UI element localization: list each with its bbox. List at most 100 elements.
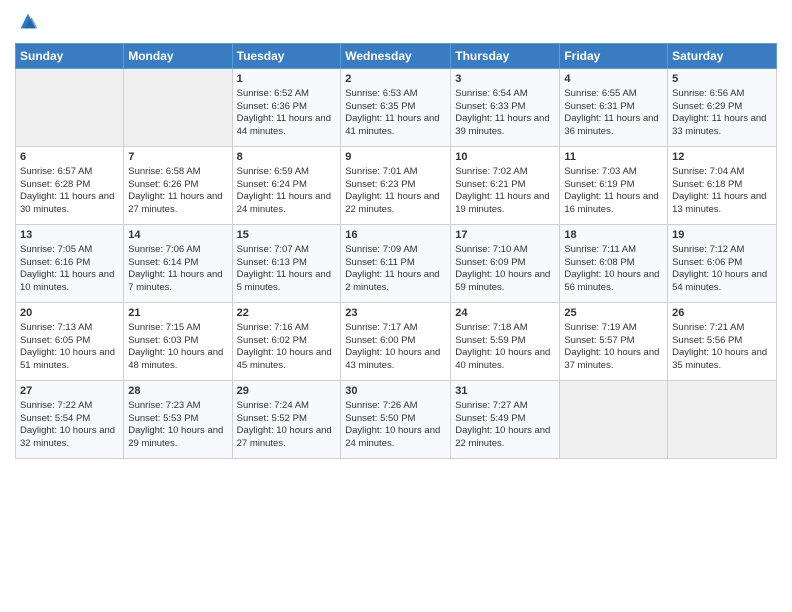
calendar-cell: 27Sunrise: 7:22 AMSunset: 5:54 PMDayligh… bbox=[16, 381, 124, 459]
calendar-cell: 16Sunrise: 7:09 AMSunset: 6:11 PMDayligh… bbox=[341, 225, 451, 303]
calendar-cell: 23Sunrise: 7:17 AMSunset: 6:00 PMDayligh… bbox=[341, 303, 451, 381]
page-header bbox=[15, 10, 777, 37]
day-number: 22 bbox=[237, 306, 337, 321]
calendar-cell: 5Sunrise: 6:56 AMSunset: 6:29 PMDaylight… bbox=[668, 69, 777, 147]
day-number: 1 bbox=[237, 72, 337, 87]
day-number: 16 bbox=[345, 228, 446, 243]
day-number: 19 bbox=[672, 228, 772, 243]
day-info: Sunrise: 7:17 AMSunset: 6:00 PMDaylight:… bbox=[345, 322, 446, 373]
day-number: 23 bbox=[345, 306, 446, 321]
day-number: 24 bbox=[455, 306, 555, 321]
col-header-sunday: Sunday bbox=[16, 44, 124, 69]
day-number: 3 bbox=[455, 72, 555, 87]
calendar-table: SundayMondayTuesdayWednesdayThursdayFrid… bbox=[15, 43, 777, 459]
day-info: Sunrise: 7:06 AMSunset: 6:14 PMDaylight:… bbox=[128, 244, 227, 295]
day-info: Sunrise: 7:26 AMSunset: 5:50 PMDaylight:… bbox=[345, 400, 446, 451]
logo bbox=[15, 10, 39, 37]
day-number: 20 bbox=[20, 306, 119, 321]
day-number: 29 bbox=[237, 384, 337, 399]
day-number: 27 bbox=[20, 384, 119, 399]
day-number: 9 bbox=[345, 150, 446, 165]
day-info: Sunrise: 7:13 AMSunset: 6:05 PMDaylight:… bbox=[20, 322, 119, 373]
col-header-friday: Friday bbox=[560, 44, 668, 69]
day-info: Sunrise: 7:09 AMSunset: 6:11 PMDaylight:… bbox=[345, 244, 446, 295]
day-info: Sunrise: 7:03 AMSunset: 6:19 PMDaylight:… bbox=[564, 166, 663, 217]
day-number: 28 bbox=[128, 384, 227, 399]
calendar-cell: 9Sunrise: 7:01 AMSunset: 6:23 PMDaylight… bbox=[341, 147, 451, 225]
day-number: 10 bbox=[455, 150, 555, 165]
day-number: 18 bbox=[564, 228, 663, 243]
calendar-week-5: 27Sunrise: 7:22 AMSunset: 5:54 PMDayligh… bbox=[16, 381, 777, 459]
day-number: 6 bbox=[20, 150, 119, 165]
day-number: 7 bbox=[128, 150, 227, 165]
calendar-cell: 13Sunrise: 7:05 AMSunset: 6:16 PMDayligh… bbox=[16, 225, 124, 303]
day-number: 11 bbox=[564, 150, 663, 165]
calendar-cell: 7Sunrise: 6:58 AMSunset: 6:26 PMDaylight… bbox=[124, 147, 232, 225]
day-number: 13 bbox=[20, 228, 119, 243]
col-header-monday: Monday bbox=[124, 44, 232, 69]
day-number: 14 bbox=[128, 228, 227, 243]
calendar-week-3: 13Sunrise: 7:05 AMSunset: 6:16 PMDayligh… bbox=[16, 225, 777, 303]
col-header-saturday: Saturday bbox=[668, 44, 777, 69]
calendar-cell: 15Sunrise: 7:07 AMSunset: 6:13 PMDayligh… bbox=[232, 225, 341, 303]
calendar-cell: 10Sunrise: 7:02 AMSunset: 6:21 PMDayligh… bbox=[451, 147, 560, 225]
calendar-cell: 30Sunrise: 7:26 AMSunset: 5:50 PMDayligh… bbox=[341, 381, 451, 459]
calendar-cell: 3Sunrise: 6:54 AMSunset: 6:33 PMDaylight… bbox=[451, 69, 560, 147]
calendar-week-2: 6Sunrise: 6:57 AMSunset: 6:28 PMDaylight… bbox=[16, 147, 777, 225]
day-info: Sunrise: 7:07 AMSunset: 6:13 PMDaylight:… bbox=[237, 244, 337, 295]
calendar-cell: 14Sunrise: 7:06 AMSunset: 6:14 PMDayligh… bbox=[124, 225, 232, 303]
day-info: Sunrise: 7:21 AMSunset: 5:56 PMDaylight:… bbox=[672, 322, 772, 373]
calendar-cell: 1Sunrise: 6:52 AMSunset: 6:36 PMDaylight… bbox=[232, 69, 341, 147]
calendar-cell: 20Sunrise: 7:13 AMSunset: 6:05 PMDayligh… bbox=[16, 303, 124, 381]
day-number: 31 bbox=[455, 384, 555, 399]
day-info: Sunrise: 6:58 AMSunset: 6:26 PMDaylight:… bbox=[128, 166, 227, 217]
day-info: Sunrise: 6:55 AMSunset: 6:31 PMDaylight:… bbox=[564, 88, 663, 139]
calendar-cell: 22Sunrise: 7:16 AMSunset: 6:02 PMDayligh… bbox=[232, 303, 341, 381]
day-number: 4 bbox=[564, 72, 663, 87]
calendar-cell bbox=[124, 69, 232, 147]
day-number: 25 bbox=[564, 306, 663, 321]
day-info: Sunrise: 6:52 AMSunset: 6:36 PMDaylight:… bbox=[237, 88, 337, 139]
logo-icon bbox=[17, 10, 39, 32]
calendar-cell: 21Sunrise: 7:15 AMSunset: 6:03 PMDayligh… bbox=[124, 303, 232, 381]
calendar-cell bbox=[16, 69, 124, 147]
calendar-cell: 8Sunrise: 6:59 AMSunset: 6:24 PMDaylight… bbox=[232, 147, 341, 225]
calendar-cell: 6Sunrise: 6:57 AMSunset: 6:28 PMDaylight… bbox=[16, 147, 124, 225]
day-info: Sunrise: 7:22 AMSunset: 5:54 PMDaylight:… bbox=[20, 400, 119, 451]
day-info: Sunrise: 7:05 AMSunset: 6:16 PMDaylight:… bbox=[20, 244, 119, 295]
day-number: 15 bbox=[237, 228, 337, 243]
calendar-cell bbox=[668, 381, 777, 459]
calendar-week-4: 20Sunrise: 7:13 AMSunset: 6:05 PMDayligh… bbox=[16, 303, 777, 381]
day-info: Sunrise: 6:56 AMSunset: 6:29 PMDaylight:… bbox=[672, 88, 772, 139]
day-info: Sunrise: 6:53 AMSunset: 6:35 PMDaylight:… bbox=[345, 88, 446, 139]
calendar-cell: 26Sunrise: 7:21 AMSunset: 5:56 PMDayligh… bbox=[668, 303, 777, 381]
day-info: Sunrise: 7:18 AMSunset: 5:59 PMDaylight:… bbox=[455, 322, 555, 373]
calendar-cell: 12Sunrise: 7:04 AMSunset: 6:18 PMDayligh… bbox=[668, 147, 777, 225]
day-number: 17 bbox=[455, 228, 555, 243]
calendar-cell: 24Sunrise: 7:18 AMSunset: 5:59 PMDayligh… bbox=[451, 303, 560, 381]
col-header-tuesday: Tuesday bbox=[232, 44, 341, 69]
day-info: Sunrise: 7:01 AMSunset: 6:23 PMDaylight:… bbox=[345, 166, 446, 217]
calendar-cell: 19Sunrise: 7:12 AMSunset: 6:06 PMDayligh… bbox=[668, 225, 777, 303]
day-info: Sunrise: 7:02 AMSunset: 6:21 PMDaylight:… bbox=[455, 166, 555, 217]
day-number: 8 bbox=[237, 150, 337, 165]
calendar-cell: 31Sunrise: 7:27 AMSunset: 5:49 PMDayligh… bbox=[451, 381, 560, 459]
calendar-cell: 25Sunrise: 7:19 AMSunset: 5:57 PMDayligh… bbox=[560, 303, 668, 381]
calendar-header: SundayMondayTuesdayWednesdayThursdayFrid… bbox=[16, 44, 777, 69]
calendar-cell: 2Sunrise: 6:53 AMSunset: 6:35 PMDaylight… bbox=[341, 69, 451, 147]
day-number: 12 bbox=[672, 150, 772, 165]
day-info: Sunrise: 7:27 AMSunset: 5:49 PMDaylight:… bbox=[455, 400, 555, 451]
calendar-cell: 11Sunrise: 7:03 AMSunset: 6:19 PMDayligh… bbox=[560, 147, 668, 225]
day-info: Sunrise: 7:23 AMSunset: 5:53 PMDaylight:… bbox=[128, 400, 227, 451]
calendar-cell bbox=[560, 381, 668, 459]
day-info: Sunrise: 7:04 AMSunset: 6:18 PMDaylight:… bbox=[672, 166, 772, 217]
day-number: 21 bbox=[128, 306, 227, 321]
col-header-wednesday: Wednesday bbox=[341, 44, 451, 69]
day-info: Sunrise: 7:15 AMSunset: 6:03 PMDaylight:… bbox=[128, 322, 227, 373]
day-info: Sunrise: 7:10 AMSunset: 6:09 PMDaylight:… bbox=[455, 244, 555, 295]
calendar-week-1: 1Sunrise: 6:52 AMSunset: 6:36 PMDaylight… bbox=[16, 69, 777, 147]
day-info: Sunrise: 7:16 AMSunset: 6:02 PMDaylight:… bbox=[237, 322, 337, 373]
day-info: Sunrise: 6:59 AMSunset: 6:24 PMDaylight:… bbox=[237, 166, 337, 217]
calendar-cell: 4Sunrise: 6:55 AMSunset: 6:31 PMDaylight… bbox=[560, 69, 668, 147]
calendar-cell: 29Sunrise: 7:24 AMSunset: 5:52 PMDayligh… bbox=[232, 381, 341, 459]
